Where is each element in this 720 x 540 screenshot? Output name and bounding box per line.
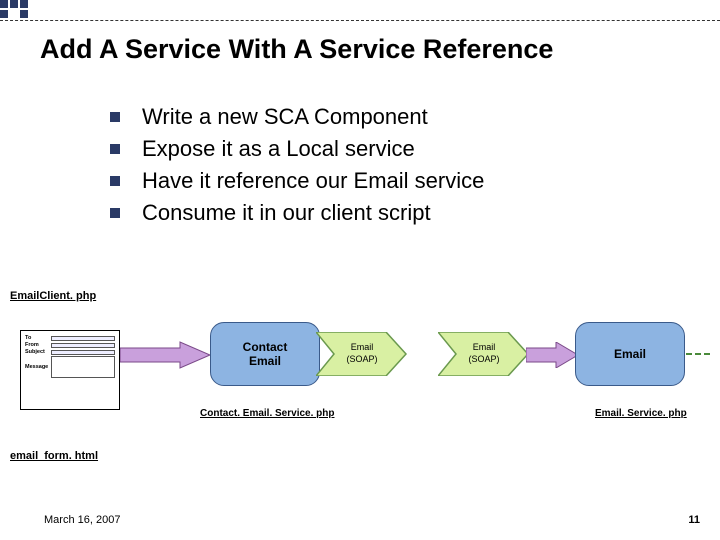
- bullet-icon: [110, 144, 120, 154]
- svg-text:Email: Email: [351, 342, 374, 352]
- bullet-icon: [110, 208, 120, 218]
- bullet-text: Consume it in our client script: [142, 200, 431, 226]
- footer-page-number: 11: [688, 514, 700, 526]
- arrow-icon: [120, 340, 212, 370]
- chevron-soap-icon: Email (SOAP): [316, 332, 408, 376]
- chevron-soap-icon: Email (SOAP): [438, 332, 530, 376]
- label-email-service: Email. Service. php: [595, 408, 687, 419]
- list-item: Write a new SCA Component: [110, 104, 484, 130]
- page-title: Add A Service With A Service Reference: [40, 34, 553, 65]
- form-label-from: From: [25, 342, 51, 348]
- arrow-icon: [526, 342, 580, 368]
- label-contact-service: Contact. Email. Service. php: [200, 408, 334, 419]
- header-divider: [0, 20, 720, 21]
- svg-text:(SOAP): (SOAP): [468, 354, 499, 364]
- bullet-icon: [110, 176, 120, 186]
- form-label-to: To: [25, 335, 51, 341]
- form-label-message: Message: [25, 364, 51, 370]
- architecture-diagram: EmailClient. php To From Subject Message…: [10, 290, 710, 480]
- component-email: Email: [575, 322, 685, 386]
- component-label: Contact Email: [243, 340, 288, 368]
- form-label-subject: Subject: [25, 349, 51, 355]
- form-textarea: [51, 356, 115, 378]
- component-label: Email: [614, 347, 646, 361]
- form-field: [51, 343, 115, 348]
- bullet-text: Write a new SCA Component: [142, 104, 428, 130]
- list-item: Have it reference our Email service: [110, 168, 484, 194]
- form-field: [51, 336, 115, 341]
- header-decoration: [0, 0, 60, 30]
- bullet-list: Write a new SCA Component Expose it as a…: [110, 104, 484, 232]
- label-email-client: EmailClient. php: [10, 290, 96, 302]
- dashed-connector: [686, 353, 710, 355]
- label-email-form: email_form. html: [10, 450, 98, 462]
- list-item: Expose it as a Local service: [110, 136, 484, 162]
- svg-text:(SOAP): (SOAP): [346, 354, 377, 364]
- svg-text:Email: Email: [473, 342, 496, 352]
- email-form-box: To From Subject Message: [20, 330, 120, 410]
- form-field: [51, 350, 115, 355]
- footer-date: March 16, 2007: [44, 514, 120, 526]
- component-contact-email: Contact Email: [210, 322, 320, 386]
- bullet-icon: [110, 112, 120, 122]
- bullet-text: Expose it as a Local service: [142, 136, 415, 162]
- bullet-text: Have it reference our Email service: [142, 168, 484, 194]
- list-item: Consume it in our client script: [110, 200, 484, 226]
